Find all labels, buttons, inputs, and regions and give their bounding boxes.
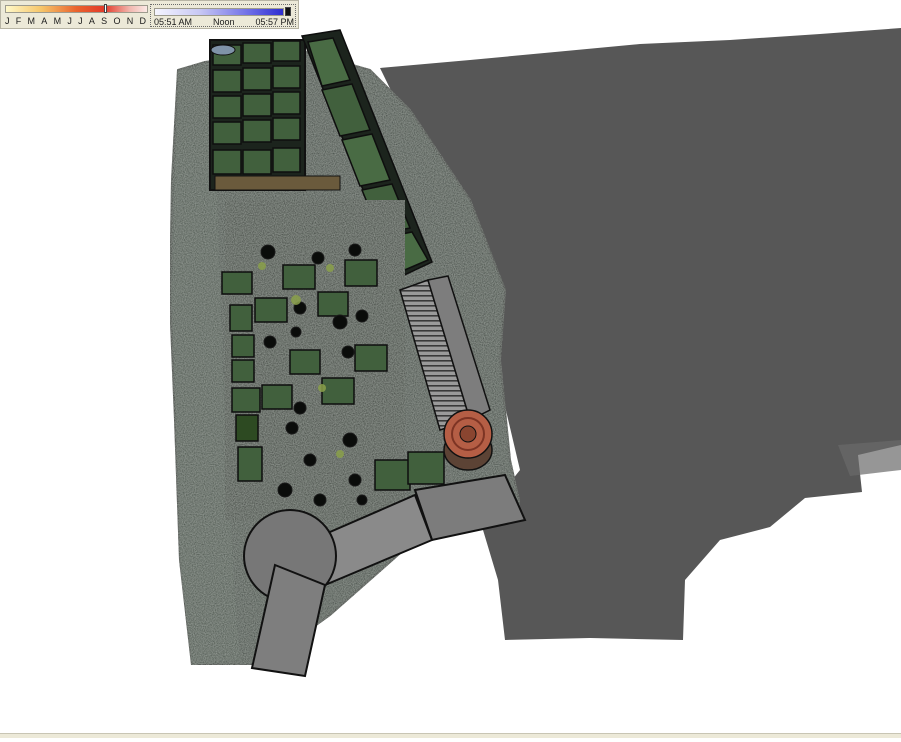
shadow-settings-toolbar: JFMAMJJASOND 05:51 AM Noon 05:57 PM [0, 0, 299, 29]
month-label: M [53, 16, 62, 26]
noon-label: Noon [212, 17, 235, 27]
roof-tank [210, 44, 236, 56]
month-label: S [101, 16, 108, 26]
month-label: N [126, 16, 134, 26]
month-label: F [15, 16, 22, 26]
time-slider-thumb[interactable] [285, 7, 291, 16]
month-label: A [88, 16, 95, 26]
sunrise-time-label: 05:51 AM [154, 17, 193, 27]
month-label: A [41, 16, 48, 26]
month-label: J [5, 16, 10, 26]
time-labels: 05:51 AM Noon 05:57 PM [154, 17, 294, 27]
month-gradient-track[interactable] [5, 5, 148, 13]
month-slider[interactable]: JFMAMJJASOND [4, 4, 148, 28]
month-slider-thumb[interactable] [104, 4, 108, 13]
time-slider[interactable]: 05:51 AM Noon 05:57 PM [150, 4, 296, 27]
sunset-time-label: 05:57 PM [255, 17, 294, 27]
month-label: J [78, 16, 83, 26]
month-labels: JFMAMJJASOND [5, 16, 146, 26]
top-roof-panels [212, 40, 301, 175]
month-label: D [139, 16, 146, 26]
month-label: M [27, 16, 36, 26]
time-gradient-track[interactable] [154, 8, 284, 16]
month-label: O [113, 16, 121, 26]
status-bar [0, 733, 901, 738]
site-model [168, 28, 901, 678]
model-viewport[interactable] [0, 0, 901, 737]
month-label: J [67, 16, 72, 26]
wooden-deck [214, 175, 341, 191]
